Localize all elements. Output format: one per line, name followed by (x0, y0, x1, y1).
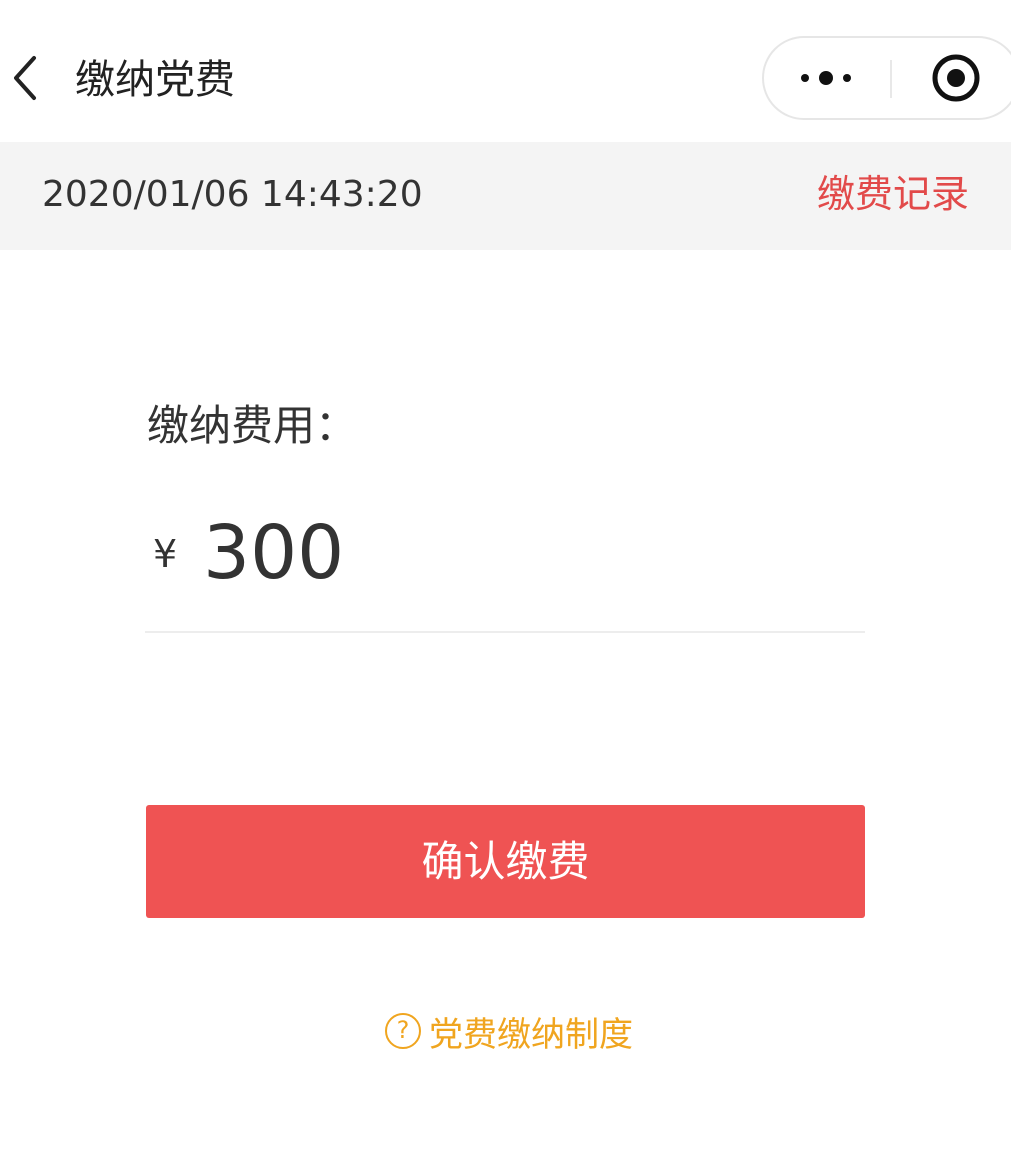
top-nav-bar: 缴纳党费 (0, 0, 1011, 142)
mini-program-capsule (762, 36, 1011, 120)
policy-link-label: 党费缴纳制度 (429, 1014, 633, 1055)
confirm-payment-button[interactable]: 确认缴费 (146, 805, 865, 918)
amount-value: 300 (203, 510, 345, 596)
close-button[interactable] (892, 38, 1011, 118)
amount-divider (145, 631, 865, 633)
back-button[interactable] (0, 48, 50, 108)
close-circle-icon (932, 54, 980, 102)
datetime-text: 2020/01/06 14:43:20 (42, 174, 423, 215)
more-dots-icon (800, 71, 851, 85)
policy-link[interactable]: ? 党费缴纳制度 (385, 1006, 633, 1056)
chevron-left-icon (14, 56, 36, 100)
info-bar: 2020/01/06 14:43:20 缴费记录 (0, 142, 1011, 250)
fee-label: 缴纳费用： (147, 401, 358, 450)
currency-symbol: ¥ (153, 532, 178, 576)
page-title: 缴纳党费 (75, 57, 235, 103)
question-circle-icon: ? (385, 1013, 421, 1049)
more-button[interactable] (764, 38, 889, 118)
payment-record-link[interactable]: 缴费记录 (817, 170, 969, 218)
